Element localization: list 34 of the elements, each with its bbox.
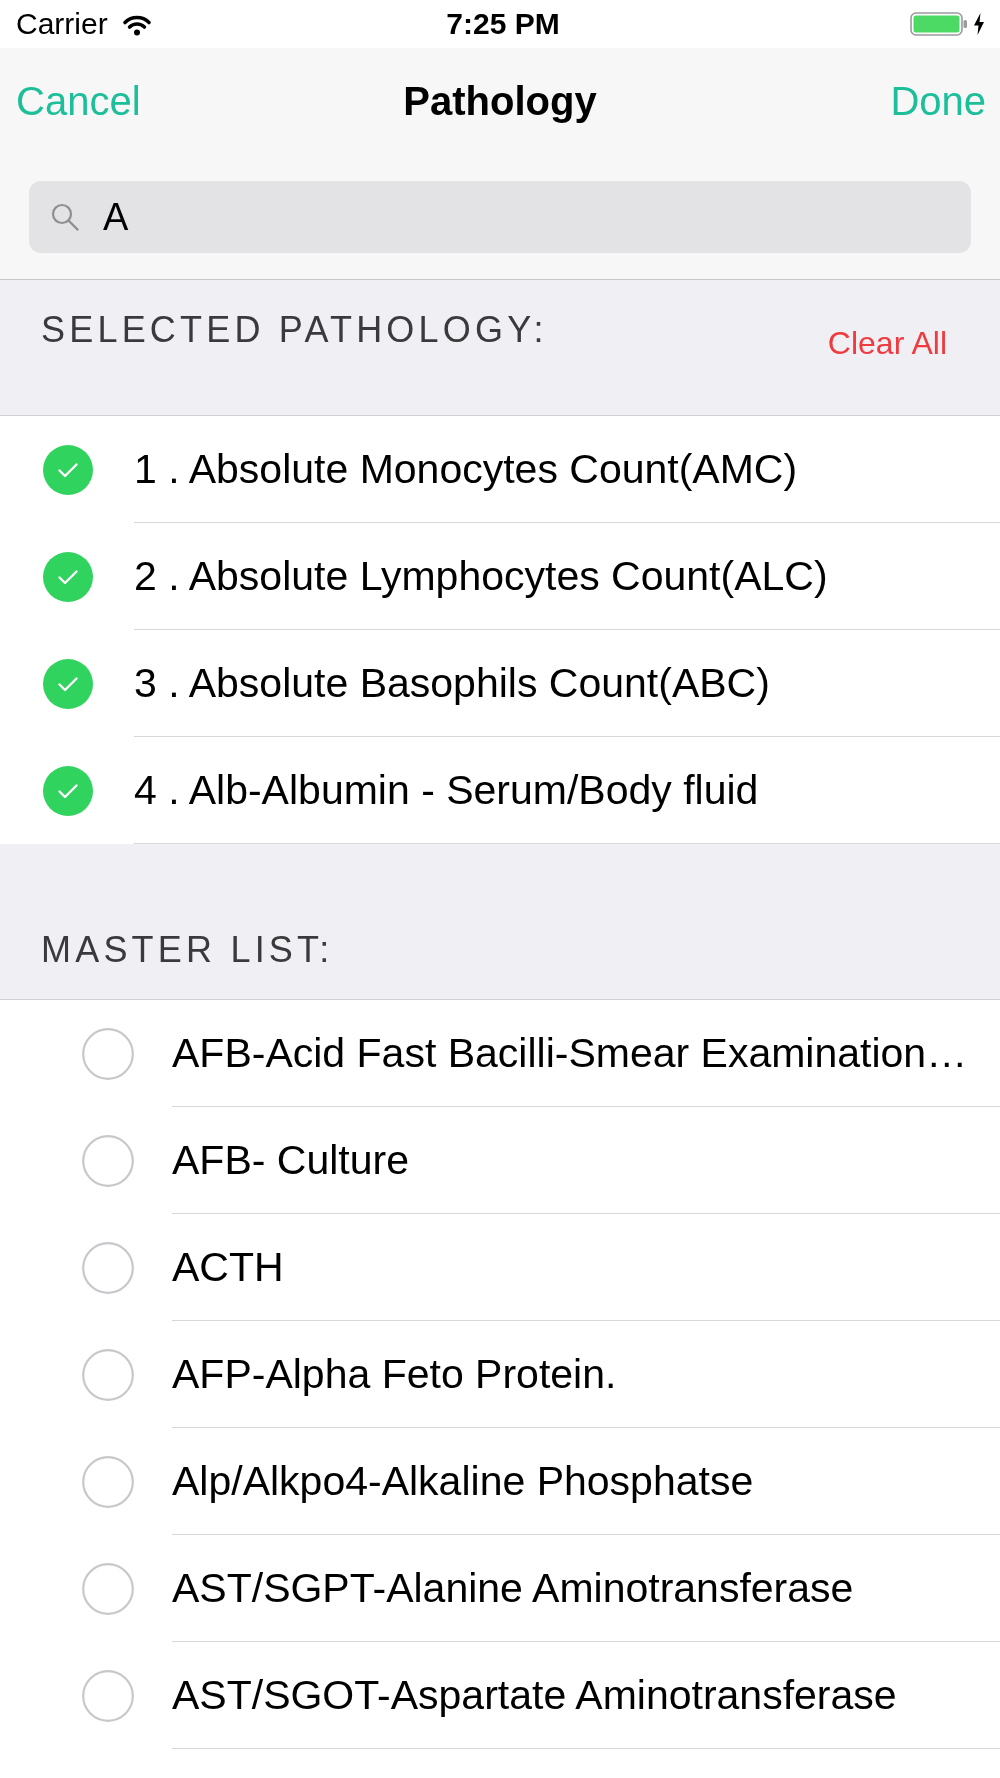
item-label: 3 . Absolute Basophils Count(ABC) [134, 659, 770, 707]
item-label: AST/SGOT-Aspartate Aminotransferase [172, 1671, 897, 1719]
item-label: 1 . Absolute Monocytes Count(AMC) [134, 445, 798, 493]
charging-bolt-icon [974, 13, 984, 35]
clock-time: 7:25 PM [446, 7, 560, 41]
clear-all-button[interactable]: Clear All [827, 325, 947, 361]
item-label: AFP-Alpha Feto Protein. [172, 1350, 617, 1398]
screen-title: Pathology [403, 78, 597, 125]
item-label: 2 . Absolute Lymphocytes Count(ALC) [134, 552, 828, 600]
battery-icon [910, 12, 968, 36]
done-button[interactable]: Done [890, 77, 986, 125]
item-label: AFB- Culture [172, 1136, 409, 1184]
item-label: ACTH [172, 1243, 284, 1291]
section-title: SELECTED PATHOLOGY: [41, 311, 548, 349]
item-label: 4 . Alb-Albumin - Serum/Body fluid [134, 766, 759, 814]
empty-circle-icon[interactable] [82, 1027, 134, 1080]
item-label: Alp/Alkpo4-Alkaline Phosphatse [172, 1457, 754, 1505]
checked-circle-icon[interactable] [43, 658, 93, 709]
checked-circle-icon[interactable] [43, 551, 93, 602]
carrier-label: Carrier [16, 7, 108, 41]
empty-circle-icon[interactable] [82, 1669, 134, 1722]
item-label: AFB-Acid Fast Bacilli-Smear Examination… [172, 1029, 968, 1077]
empty-circle-icon[interactable] [82, 1562, 134, 1615]
checked-circle-icon[interactable] [43, 444, 93, 495]
empty-circle-icon[interactable] [82, 1348, 134, 1401]
empty-circle-icon[interactable] [82, 1134, 134, 1187]
empty-circle-icon[interactable] [82, 1455, 134, 1508]
search-icon [51, 203, 79, 231]
search-field[interactable]: A [29, 181, 971, 253]
empty-circle-icon[interactable] [82, 1241, 134, 1294]
section-title: MASTER LIST: [41, 931, 334, 969]
item-label: AST/SGPT-Alanine Aminotransferase [172, 1564, 854, 1612]
checked-circle-icon[interactable] [43, 765, 93, 816]
cancel-button[interactable]: Cancel [16, 77, 141, 125]
